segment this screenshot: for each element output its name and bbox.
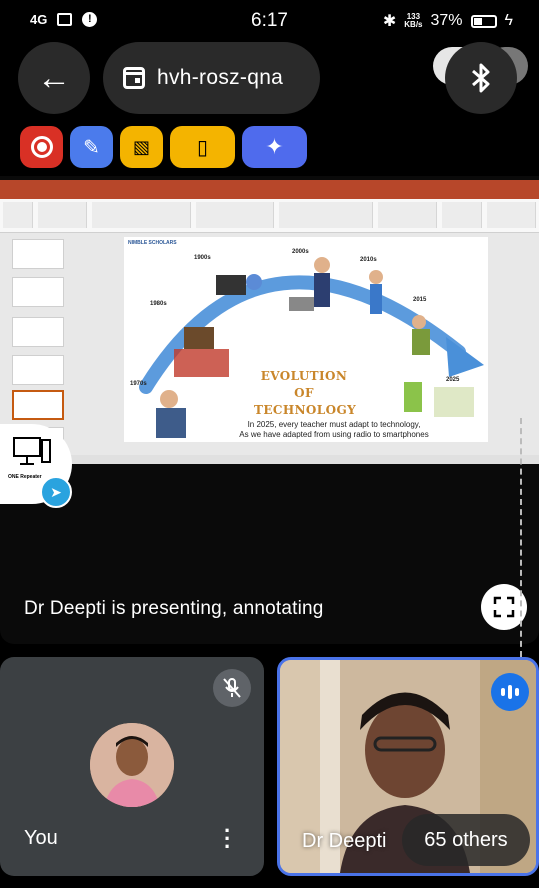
arrow-left-icon: ← — [37, 58, 71, 97]
more-options-button[interactable]: · · · — [224, 820, 231, 858]
status-bar: 4G ! 6:17 ✱ 133 KB/s 37% ϟ — [0, 0, 539, 42]
battery-icon — [470, 14, 497, 28]
ppt-ribbon — [0, 199, 539, 233]
presentation-area[interactable]: NIMBLE SCHOLARS 1900s 2000s 2010s 1980s … — [0, 176, 539, 644]
badge-label: ONE Repeater — [8, 474, 42, 480]
ppt-statusbar — [0, 455, 539, 464]
slide-headline: EVOLUTION OF TECHNOLOGY — [254, 368, 357, 419]
calendar-icon — [123, 67, 145, 89]
year-label: 2015 — [413, 297, 427, 303]
robot-illustration — [404, 382, 422, 412]
breakout-button[interactable]: ▯ — [170, 126, 235, 168]
mic-off-icon — [223, 678, 241, 698]
slide-thumbnail-selected — [12, 390, 64, 420]
bluetooth-status-icon: ✱ — [382, 13, 397, 30]
presenting-status: Dr Deepti is presenting, annotating — [24, 598, 324, 619]
year-label: 2010s — [360, 257, 377, 263]
net-speed: 133 KB/s — [404, 13, 422, 29]
screen-repeater-badge[interactable]: ONE Repeater ➤ — [0, 424, 72, 508]
audience-illustration — [174, 349, 229, 377]
ppt-tabs — [0, 190, 539, 199]
back-button[interactable]: ← — [18, 42, 90, 114]
profile-photo — [90, 723, 174, 807]
tv-illustration — [184, 327, 214, 349]
year-label: 1980s — [150, 301, 167, 307]
slide-headline-line1: EVOLUTION OF — [260, 369, 348, 400]
slide-caption-line1: In 2025, every teacher must adapt to tec… — [247, 420, 421, 429]
self-name: You — [24, 827, 58, 849]
speaking-indicator — [491, 673, 529, 711]
others-button[interactable]: 65 others — [402, 814, 530, 866]
fullscreen-icon — [493, 596, 515, 618]
camera-effects-button[interactable]: ▧ — [120, 126, 163, 168]
ppt-workspace: NIMBLE SCHOLARS 1900s 2000s 2010s 1980s … — [0, 233, 539, 457]
year-label: 1970s — [130, 381, 147, 387]
slide-thumbnail — [12, 355, 64, 385]
slide-thumbnail — [12, 317, 64, 347]
breakout-door-icon: ▯ — [196, 136, 208, 159]
annotate-button[interactable]: ✎ — [70, 126, 113, 168]
ppt-titlebar — [0, 180, 539, 190]
battery-percent: 37% — [430, 12, 463, 29]
desktop-illustration — [216, 275, 246, 295]
slide-caption-line2: As we have adapted from using radio to s… — [239, 430, 429, 439]
record-icon — [30, 136, 53, 158]
meeting-tools-row: ✎ ▧ ▯ ✦ — [20, 126, 307, 168]
speaker-tile[interactable]: Dr Deepti 65 others — [277, 657, 539, 876]
telegram-icon: ➤ — [40, 476, 72, 508]
charging-icon: ϟ — [504, 12, 513, 29]
slide-thumbnails — [4, 237, 66, 457]
laptop-illustration — [289, 297, 314, 311]
slide-headline-line2: TECHNOLOGY — [254, 403, 357, 417]
student-illustration — [434, 387, 474, 417]
year-label: 2025 — [446, 377, 460, 383]
slide-caption: In 2025, every teacher must adapt to tec… — [194, 420, 474, 440]
mic-off-button[interactable] — [213, 669, 251, 707]
current-slide: NIMBLE SCHOLARS 1900s 2000s 2010s 1980s … — [124, 237, 488, 442]
audio-output-button[interactable] — [445, 42, 517, 114]
slide-thumbnail — [12, 277, 64, 307]
meeting-code: hvh-rosz-qna — [157, 66, 284, 89]
record-button[interactable] — [20, 126, 63, 168]
avatar — [90, 723, 174, 807]
sparkle-icon: ✦ — [265, 134, 284, 159]
meeting-info-button[interactable]: hvh-rosz-qna — [103, 42, 320, 114]
gemini-button[interactable]: ✦ — [242, 126, 307, 168]
pen-icon: ✎ — [83, 136, 100, 159]
bluetooth-icon — [472, 63, 490, 93]
year-label: 2000s — [292, 249, 309, 255]
shared-screen: NIMBLE SCHOLARS 1900s 2000s 2010s 1980s … — [0, 180, 539, 464]
self-tile[interactable]: You · · · — [0, 657, 264, 876]
net-speed-unit: KB/s — [404, 20, 423, 29]
news-reader-illustration — [156, 408, 186, 438]
year-label: 1900s — [194, 255, 211, 261]
others-label: 65 others — [424, 828, 508, 851]
speaker-name: Dr Deepti — [302, 830, 387, 852]
computer-icon — [13, 437, 51, 465]
gallery-off-icon: ▧ — [132, 136, 150, 157]
more-vert-icon: · · · — [224, 818, 232, 859]
slide-thumbnail — [12, 239, 64, 269]
